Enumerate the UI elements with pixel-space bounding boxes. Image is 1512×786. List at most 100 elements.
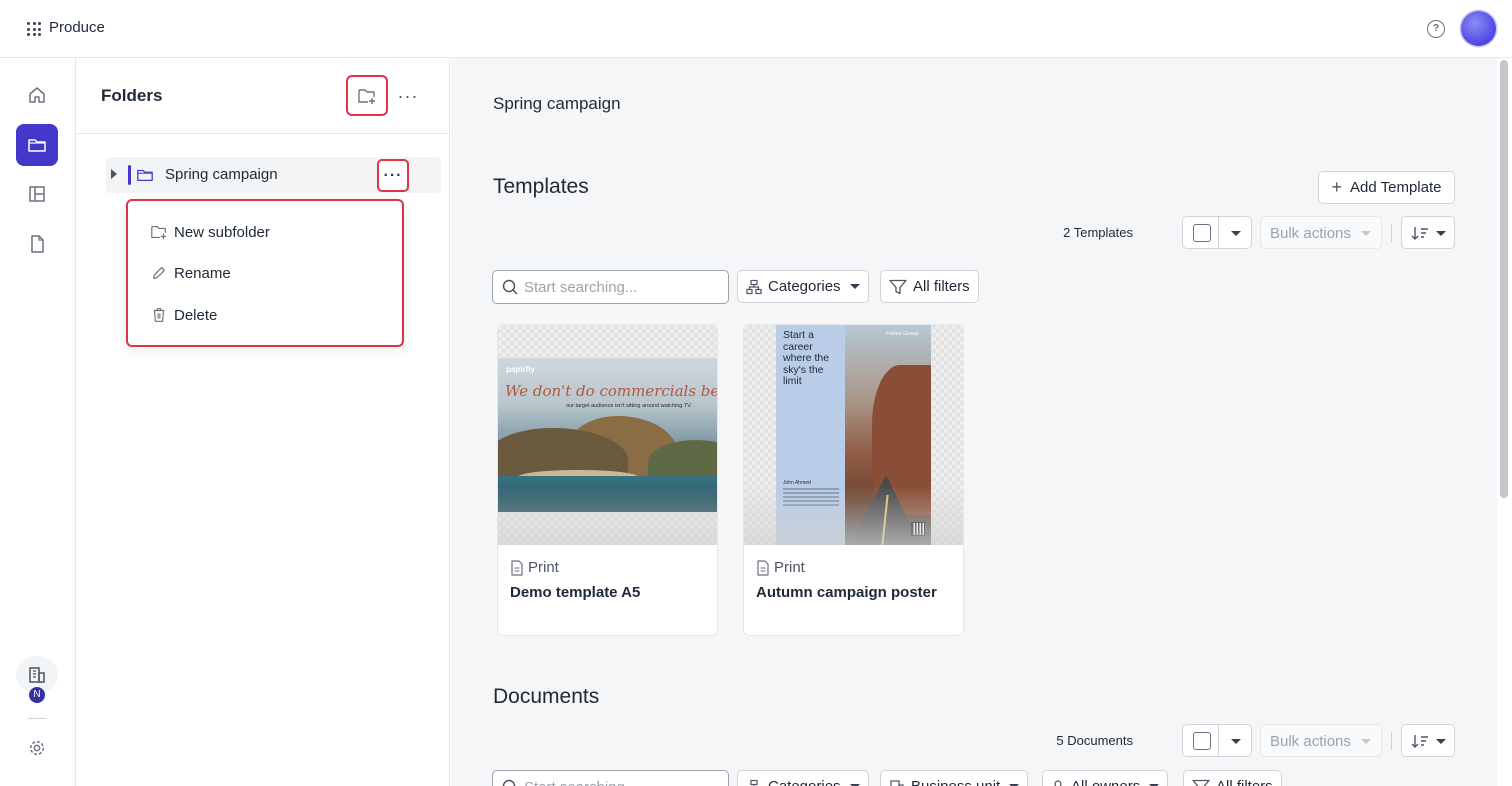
document-icon [511,559,523,576]
sort-icon [1411,227,1428,240]
documents-owners-filter[interactable]: All owners [1042,770,1169,786]
templates-categories-filter[interactable]: Categories [737,270,869,303]
select-all-checkbox[interactable] [1193,732,1211,750]
folders-panel: Folders ··· Spring campaign ··· New subf… [76,58,450,786]
documents-nav-button[interactable] [16,223,58,265]
template-thumbnail[interactable]: papirfly We don't do commercials because… [498,325,718,545]
expand-caret-icon[interactable] [111,169,117,179]
menu-item-label: Rename [174,264,231,282]
document-icon [757,559,769,576]
pencil-icon [153,267,165,279]
layout-icon [29,186,45,202]
folder-more-button[interactable]: ··· [377,159,409,192]
template-card[interactable]: Start a career where the sky's the limit… [743,324,964,636]
chevron-down-icon [849,284,860,289]
documents-count: 5 Documents [1056,733,1133,748]
plus-icon: + [1331,177,1343,197]
documents-select-all[interactable] [1182,724,1252,757]
documents-business-unit-filter[interactable]: Business unit [880,770,1029,786]
artwork-brand: Fortex Group [886,331,919,337]
add-template-button[interactable]: + Add Template [1318,171,1455,204]
owners-label: All owners [1071,778,1140,786]
building-icon [29,667,45,683]
documents-all-filters[interactable]: All filters [1183,770,1282,786]
trash-icon [153,308,165,322]
categories-icon [746,279,762,294]
folder-plus-icon [358,88,375,104]
home-icon [29,87,45,103]
documents-search[interactable] [492,770,729,786]
all-filters-label: All filters [1216,778,1273,786]
search-icon [502,279,518,295]
avatar[interactable] [1461,11,1496,46]
top-bar: Produce ? [0,0,1512,58]
chevron-down-icon[interactable] [1231,231,1241,236]
templates-sort-button[interactable] [1401,216,1455,249]
template-name[interactable]: Autumn campaign poster [756,584,937,601]
menu-item-label: Delete [174,306,218,324]
templates-select-all[interactable] [1182,216,1252,249]
folders-nav-button[interactable] [16,124,58,166]
document-icon [31,235,44,253]
documents-search-input[interactable] [524,777,720,786]
templates-section-title: Templates [493,175,589,198]
template-thumbnail[interactable]: Start a career where the sky's the limit… [744,325,963,545]
documents-categories-filter[interactable]: Categories [737,770,869,786]
chevron-down-icon[interactable] [1231,739,1241,744]
rail-divider [28,718,46,719]
app-launcher-icon[interactable] [27,22,41,36]
user-icon [1054,779,1062,786]
home-nav-button[interactable] [16,74,58,116]
menu-item-new-subfolder[interactable]: New subfolder [150,220,270,244]
new-folder-button[interactable] [346,75,388,116]
folder-icon [137,169,153,182]
templates-search-input[interactable] [524,277,720,297]
business-unit-label: Business unit [911,778,1000,786]
template-name[interactable]: Demo template A5 [510,584,640,601]
menu-item-delete[interactable]: Delete [150,303,217,327]
chevron-down-icon [1436,231,1446,236]
bulk-actions-label: Bulk actions [1270,733,1351,750]
documents-section-title: Documents [493,685,600,708]
templates-count: 2 Templates [1063,225,1133,240]
categories-label: Categories [768,278,841,295]
templates-toolbar: 2 Templates Bulk actions [1051,216,1455,249]
add-template-label: Add Template [1350,179,1442,196]
template-card[interactable]: papirfly We don't do commercials because… [497,324,718,636]
gear-icon [29,740,45,756]
artwork-headline: We don't do commercials because... [505,382,718,400]
left-rail: N [0,58,76,786]
main-content: Spring campaign Templates + Add Template… [451,58,1497,786]
filter-icon [1192,779,1210,786]
artwork-subline: our target audience isn't sitting around… [566,403,692,409]
documents-sort-button[interactable] [1401,724,1455,757]
templates-bulk-actions[interactable]: Bulk actions [1260,216,1382,249]
settings-nav-button[interactable] [16,727,58,769]
main-scrollbar[interactable] [1500,60,1508,498]
templates-search[interactable] [492,270,729,304]
templates-all-filters[interactable]: All filters [880,270,979,303]
all-filters-label: All filters [913,278,970,295]
artwork-headline: Start a career where the sky's the limit [783,329,830,387]
building-icon [890,779,904,786]
folders-more-icon[interactable]: ··· [396,84,420,108]
search-icon [502,779,516,786]
selected-indicator [128,165,131,185]
documents-bulk-actions[interactable]: Bulk actions [1260,724,1382,757]
template-kind: Print [510,559,559,576]
folder-icon [28,139,46,152]
folder-label: Spring campaign [165,166,278,183]
categories-icon [748,779,760,786]
categories-label: Categories [768,778,841,786]
menu-item-rename[interactable]: Rename [150,261,231,285]
documents-toolbar: 5 Documents Bulk actions [1051,724,1455,757]
bulk-actions-label: Bulk actions [1270,225,1351,242]
help-icon[interactable]: ? [1427,20,1445,38]
template-kind: Print [756,559,805,576]
layout-nav-button[interactable] [16,173,58,215]
template-kind-label: Print [528,559,559,576]
artwork-logo: papirfly [506,365,535,374]
select-all-checkbox[interactable] [1193,224,1211,242]
template-kind-label: Print [774,559,805,576]
sort-icon [1411,735,1428,748]
